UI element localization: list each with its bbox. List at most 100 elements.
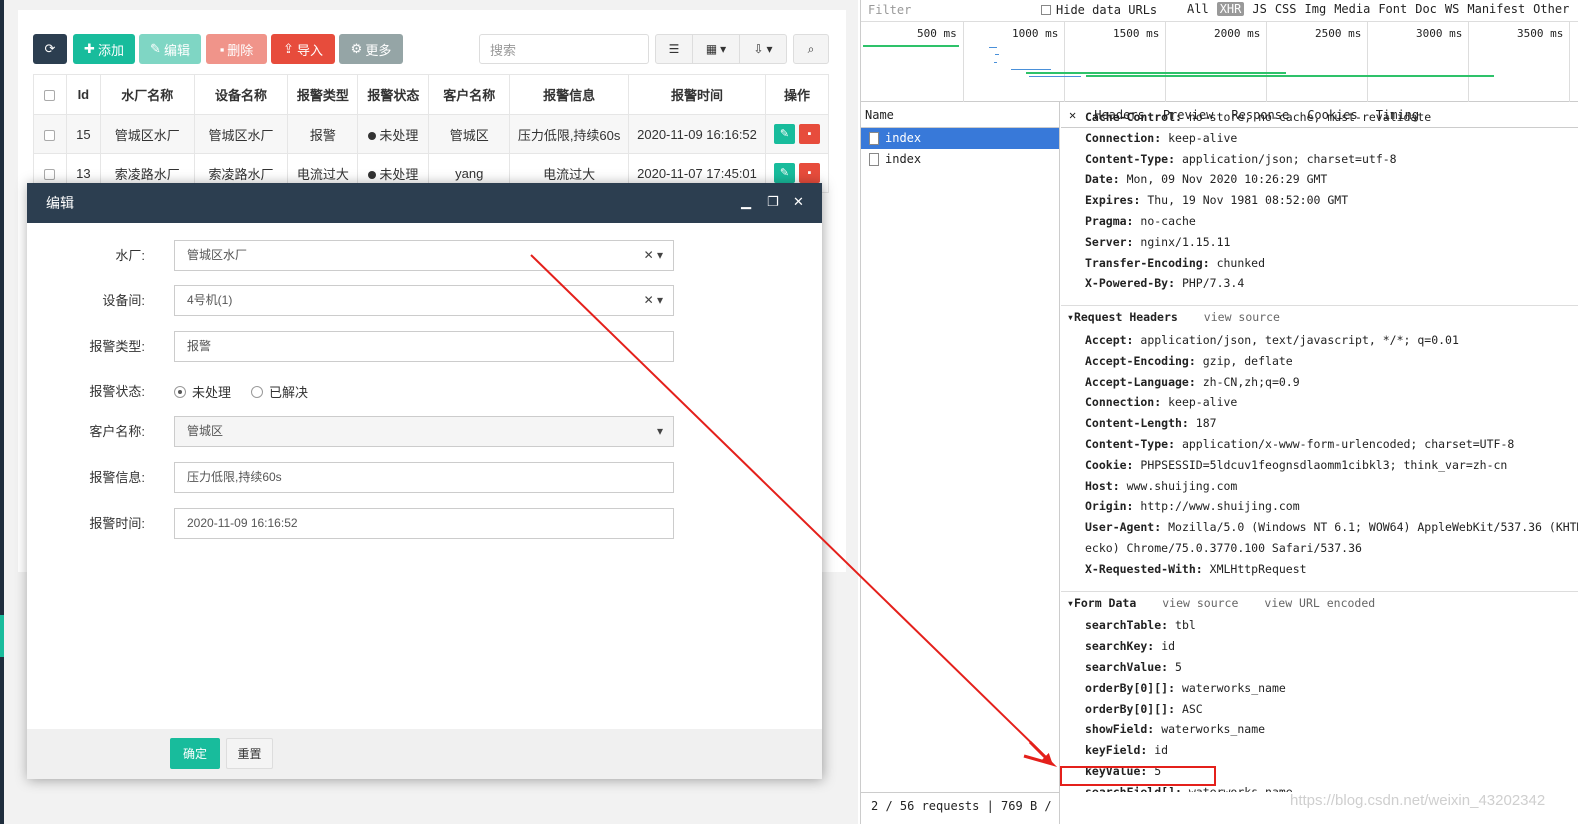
type-filter-css[interactable]: CSS: [1275, 2, 1297, 16]
row-checkbox[interactable]: [44, 129, 56, 141]
col-header[interactable]: 客户名称: [428, 74, 511, 115]
filter-input[interactable]: Filter: [863, 2, 1027, 19]
type-filter-xhr[interactable]: XHR: [1216, 2, 1245, 16]
request-item[interactable]: index: [861, 149, 1059, 170]
col-header[interactable]: 报警类型: [287, 74, 359, 115]
search-button[interactable]: ⌕: [793, 34, 829, 64]
header-key: Accept-Encoding:: [1085, 353, 1196, 368]
caret-down-icon[interactable]: ▾: [657, 293, 663, 307]
row-edit-icon[interactable]: ✎: [773, 163, 795, 183]
type-filter-js[interactable]: JS: [1252, 2, 1266, 16]
clear-icon[interactable]: ✕: [644, 293, 654, 307]
columns-button[interactable]: ▦ ▾: [692, 34, 740, 64]
row-edit-icon[interactable]: ✎: [773, 124, 795, 144]
timeline-request-bar: [1011, 69, 1051, 70]
info-input[interactable]: 压力低限,持续60s: [174, 462, 674, 493]
plant-select[interactable]: 管城区水厂 ✕ ▾: [174, 240, 674, 271]
header-line: searchValue: 5: [1085, 660, 1182, 674]
timeline-label: 3000 ms: [1416, 27, 1463, 40]
type-filter-img[interactable]: Img: [1305, 2, 1327, 16]
customer-select[interactable]: 管城区 ▾: [174, 416, 674, 447]
header-value: application/x-www-form-urlencoded; chars…: [1181, 437, 1515, 451]
view-source-link[interactable]: view URL encoded: [1264, 596, 1375, 610]
confirm-button[interactable]: 确定: [170, 738, 220, 769]
watermark: https://blog.csdn.net/weixin_43202342: [1290, 792, 1546, 809]
close-icon[interactable]: ✕: [1069, 108, 1076, 122]
header-line: User-Agent: Mozilla/5.0 (Windows NT 6.1;…: [1085, 520, 1578, 534]
section-title[interactable]: ▾Request Headers view source: [1067, 310, 1280, 324]
section-title-text: Request Headers: [1073, 310, 1178, 325]
type-input[interactable]: 报警: [174, 331, 674, 362]
close-icon[interactable]: ✕: [793, 195, 804, 209]
view-source-link[interactable]: view source: [1162, 596, 1238, 610]
caret-down-icon[interactable]: ▾: [657, 417, 663, 446]
header-value: application/json; charset=utf-8: [1181, 151, 1397, 166]
triangle-down-icon[interactable]: ▾: [1067, 310, 1074, 324]
section-divider: [1061, 590, 1578, 592]
col-header[interactable]: 设备名称: [193, 74, 289, 115]
edit-label: 编辑: [163, 42, 190, 58]
status-option-label: 已解决: [269, 385, 309, 400]
row-trash-icon[interactable]: ▪: [798, 124, 820, 144]
row-trash-icon[interactable]: ▪: [798, 163, 820, 183]
caret-down-icon[interactable]: ▾: [657, 248, 663, 262]
header-value: no-cache: [1140, 214, 1196, 228]
search-input[interactable]: 搜索: [479, 34, 649, 64]
view-source-link[interactable]: view source: [1204, 310, 1280, 324]
row-checkbox[interactable]: [44, 168, 56, 180]
header-line: Accept: application/json, text/javascrip…: [1085, 333, 1459, 347]
type-filter-manifest[interactable]: Manifest: [1467, 2, 1525, 16]
network-timeline[interactable]: 500 ms 1000 ms 1500 ms 2000 ms 2500 ms 3…: [861, 22, 1578, 102]
col-header[interactable]: 报警状态: [357, 74, 430, 115]
import-button[interactable]: ⇪ 导入: [271, 34, 335, 64]
header-line: Content-Type: application/json; charset=…: [1085, 152, 1397, 166]
header-key: orderBy[0][]:: [1085, 680, 1176, 695]
type-filter-doc[interactable]: Doc: [1415, 2, 1437, 16]
col-header[interactable]: 报警信息: [509, 74, 630, 115]
status-radio-resolved[interactable]: [251, 385, 264, 398]
request-item[interactable]: index: [861, 128, 1059, 149]
select-all-checkbox[interactable]: [44, 90, 56, 102]
header-key: orderBy[0][]:: [1085, 701, 1176, 716]
col-header[interactable]: 水厂名称: [99, 74, 195, 115]
triangle-down-icon[interactable]: ▾: [1067, 596, 1074, 610]
add-button[interactable]: ✚ 添加: [73, 34, 135, 64]
cell-customer: 管城区: [428, 114, 511, 154]
type-filter-font[interactable]: Font: [1378, 2, 1407, 16]
type-filter-media[interactable]: Media: [1334, 2, 1370, 16]
device-select[interactable]: 4号机(1) ✕ ▾: [174, 285, 674, 316]
time-input[interactable]: 2020-11-09 16:16:52: [174, 508, 674, 539]
clear-icon[interactable]: ✕: [644, 248, 654, 262]
maximize-icon[interactable]: ❐: [767, 195, 779, 209]
name-column-header[interactable]: Name: [861, 102, 1059, 128]
timeline-label: 500 ms: [917, 27, 957, 40]
checkbox-icon[interactable]: [1041, 5, 1051, 15]
type-filter-other[interactable]: Other: [1533, 2, 1569, 16]
table-row[interactable]: 15 管城区水厂 管城区水厂 报警 未处理 管城区 压力低限,持续60s 202…: [33, 114, 830, 154]
header-line: Content-Type: application/x-www-form-url…: [1085, 437, 1514, 451]
delete-button[interactable]: ▪ 删除: [206, 34, 267, 64]
col-header[interactable]: Id: [65, 74, 101, 115]
search-icon: ⌕: [807, 41, 815, 56]
row-select-cell[interactable]: [33, 114, 67, 154]
header-key: Content-Length:: [1085, 416, 1189, 431]
toggle-view-button[interactable]: ☰: [655, 34, 693, 64]
hide-data-urls-toggle[interactable]: Hide data URLs: [1041, 3, 1157, 17]
section-title[interactable]: ▾Form Data view source view URL encoded: [1067, 596, 1375, 610]
col-header[interactable]: 报警时间: [628, 74, 766, 115]
edit-button[interactable]: ✎ 编辑: [139, 34, 201, 64]
header-line: Date: Mon, 09 Nov 2020 10:26:29 GMT: [1085, 172, 1327, 186]
refresh-button[interactable]: ⟳: [33, 34, 67, 64]
status-radio-unhandled[interactable]: [174, 385, 186, 398]
more-button[interactable]: ⚙ 更多: [339, 34, 403, 64]
minimize-icon[interactable]: ▁: [741, 195, 751, 209]
export-button[interactable]: ⇩ ▾: [739, 34, 787, 64]
header-key: Transfer-Encoding:: [1085, 255, 1210, 270]
annotation-highlight-box: [1060, 766, 1216, 786]
select-all-cell[interactable]: [33, 74, 67, 115]
reset-button[interactable]: 重置: [226, 738, 273, 769]
type-filter-all[interactable]: All: [1187, 2, 1209, 16]
header-key: User-Agent:: [1085, 520, 1162, 535]
type-filter-ws[interactable]: WS: [1445, 2, 1459, 16]
trash-icon: ▪: [219, 41, 225, 57]
